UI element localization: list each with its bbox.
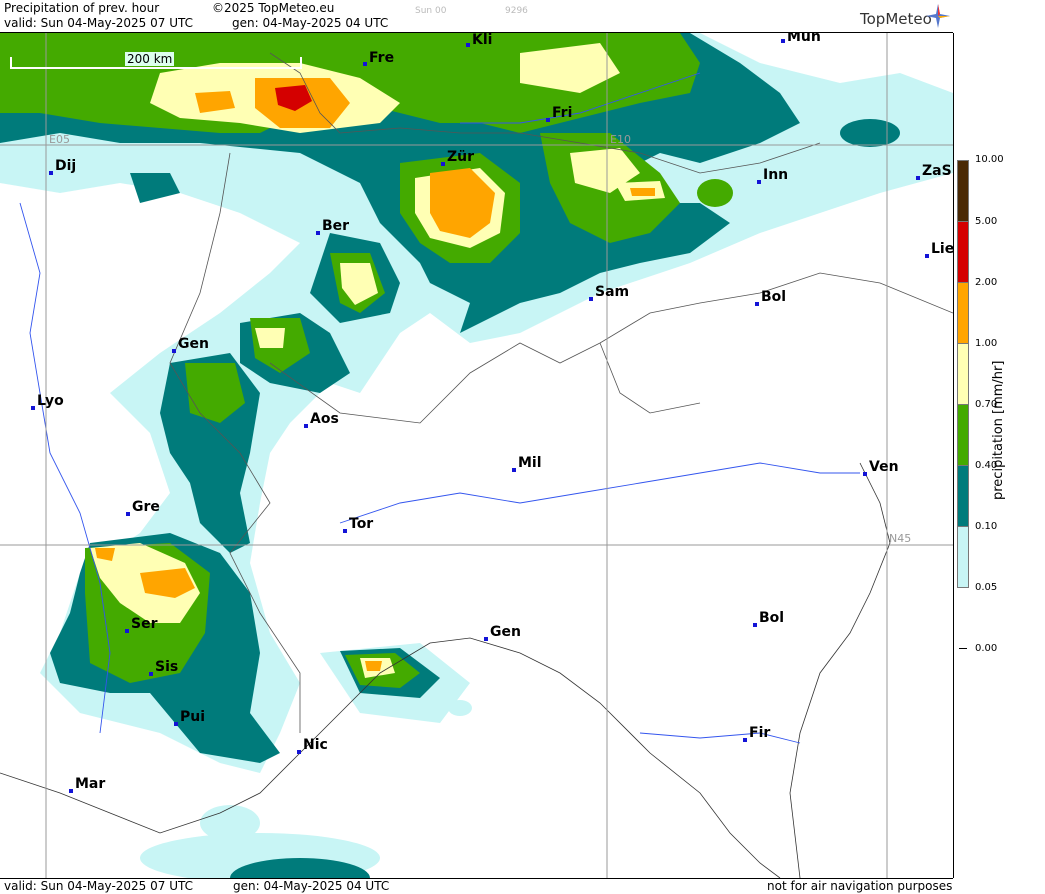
gen-time: gen: 04-May-2025 04 UTC <box>232 16 389 30</box>
legend-label: 2.00 <box>975 277 998 288</box>
footer-disclaimer: not for air navigation purposes <box>767 879 953 893</box>
legend-label: 10.00 <box>975 154 1004 165</box>
precipitation-map[interactable]: E05 E10 N45 200 km Kli Mün Fre Fri Dij Z… <box>0 33 954 878</box>
city-label[interactable]: Ven <box>863 460 899 476</box>
city-label[interactable]: Ser <box>125 617 157 633</box>
city-label[interactable]: Inn <box>757 168 788 184</box>
scale-bar-label: 200 km <box>125 52 175 66</box>
legend-title: precipitation [mm/hr] <box>991 360 1006 500</box>
city-label[interactable]: Lyo <box>31 394 64 410</box>
city-label[interactable]: Lie <box>925 242 953 258</box>
grid-label-lat: N45 <box>889 532 912 545</box>
legend-label: 1.00 <box>975 338 998 349</box>
city-label[interactable]: Zür <box>441 150 474 166</box>
copyright: ©2025 TopMeteo.eu <box>212 1 335 15</box>
city-label[interactable]: Sis <box>149 660 178 676</box>
city-label[interactable]: Fri <box>546 106 572 122</box>
city-label[interactable]: Mil <box>512 456 542 472</box>
city-label[interactable]: Nic <box>297 738 328 754</box>
city-label[interactable]: Ber <box>316 219 349 235</box>
grid-label-lon: E10 <box>610 133 631 146</box>
city-label[interactable]: Kli <box>466 33 492 47</box>
legend-swatch <box>957 343 969 405</box>
legend-label: 5.00 <box>975 216 998 227</box>
city-label[interactable]: Tor <box>343 517 373 533</box>
map-header: Precipitation of prev. hour ©2025 TopMet… <box>0 0 953 33</box>
map-canvas <box>0 33 953 878</box>
city-label[interactable]: Fre <box>363 51 394 66</box>
city-label[interactable]: Dij <box>49 159 76 175</box>
city-label[interactable]: Gen <box>484 625 521 641</box>
legend-swatch <box>957 465 969 527</box>
city-label[interactable]: Bol <box>755 290 786 306</box>
legend-swatch <box>957 221 969 283</box>
city-label[interactable]: Bol <box>753 611 784 627</box>
faint-code: 9296 <box>505 6 528 16</box>
precip-legend: 10.00 5.00 2.00 1.00 0.70 0.40 0.10 0.05… <box>955 0 1045 893</box>
map-footer: valid: Sun 04-May-2025 07 UTC gen: 04-Ma… <box>0 878 953 894</box>
city-label[interactable]: Mar <box>69 777 105 793</box>
city-label[interactable]: Sam <box>589 285 629 301</box>
compass-star-icon <box>926 4 950 28</box>
legend-swatch <box>957 404 969 466</box>
city-label[interactable]: Pui <box>174 710 205 726</box>
faint-code: Sun 00 <box>415 6 447 16</box>
product-title: Precipitation of prev. hour <box>4 1 160 15</box>
legend-swatch <box>957 526 969 588</box>
valid-time: valid: Sun 04-May-2025 07 UTC <box>4 16 193 30</box>
footer-gen-time: gen: 04-May-2025 04 UTC <box>233 879 390 893</box>
footer-valid-time: valid: Sun 04-May-2025 07 UTC <box>4 879 193 893</box>
topmeteo-logo: TopMeteo <box>860 10 932 28</box>
city-label[interactable]: Mün <box>781 33 821 44</box>
legend-zero-tick <box>959 648 967 649</box>
city-label[interactable]: Fir <box>743 726 770 742</box>
legend-label: 0.00 <box>975 643 998 654</box>
city-label[interactable]: Gen <box>172 337 209 353</box>
city-label[interactable]: Aos <box>304 412 339 428</box>
city-label[interactable]: Gre <box>126 500 160 516</box>
legend-swatch <box>957 282 969 344</box>
legend-label: 0.05 <box>975 582 998 593</box>
legend-swatch <box>957 160 969 222</box>
grid-label-lon: E05 <box>49 133 70 146</box>
city-label[interactable]: ZaS <box>916 164 952 180</box>
legend-label: 0.10 <box>975 521 998 532</box>
